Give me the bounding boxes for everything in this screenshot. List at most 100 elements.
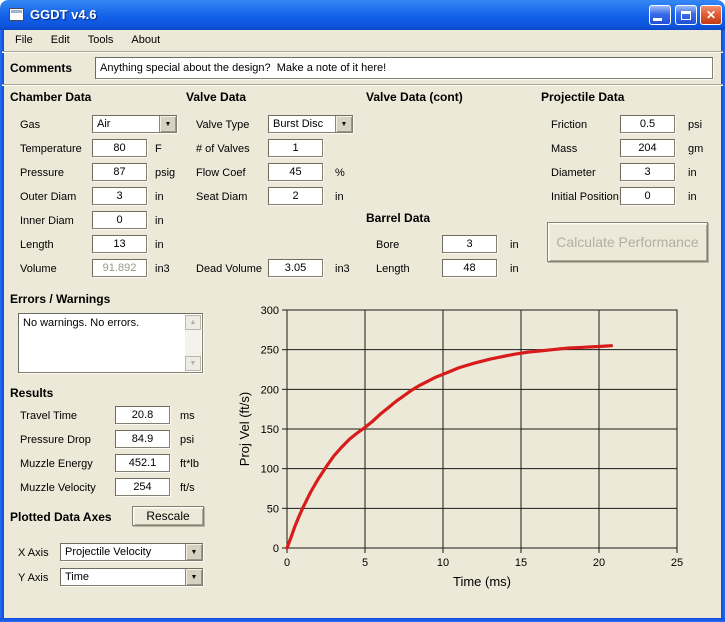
pressure-field[interactable] bbox=[92, 163, 147, 181]
dead-volume-label: Dead Volume bbox=[196, 263, 262, 275]
valve-type-select[interactable]: Burst Disc ▼ bbox=[268, 115, 353, 133]
volume-unit: in3 bbox=[155, 263, 170, 275]
y-axis-select[interactable]: Time ▼ bbox=[60, 568, 203, 586]
inner-diam-field[interactable] bbox=[92, 211, 147, 229]
x-axis-select[interactable]: Projectile Velocity ▼ bbox=[60, 543, 203, 561]
seat-diam-label: Seat Diam bbox=[196, 191, 247, 203]
dead-volume-field[interactable] bbox=[268, 259, 323, 277]
rescale-button[interactable]: Rescale bbox=[132, 506, 204, 526]
initial-position-field[interactable] bbox=[620, 187, 675, 205]
x-tick-label: 5 bbox=[362, 557, 368, 569]
separator bbox=[2, 84, 723, 86]
temperature-label: Temperature bbox=[20, 143, 82, 155]
bore-field[interactable] bbox=[442, 235, 497, 253]
y-tick-label: 0 bbox=[273, 543, 279, 555]
x-tick-label: 0 bbox=[284, 557, 290, 569]
velocity-curve bbox=[287, 346, 612, 548]
inner-diam-unit: in bbox=[155, 215, 164, 227]
valve-type-select-value: Burst Disc bbox=[269, 116, 335, 132]
outer-diam-field[interactable] bbox=[92, 187, 147, 205]
outer-diam-unit: in bbox=[155, 191, 164, 203]
scroll-up-icon[interactable]: ▲ bbox=[185, 315, 201, 330]
errors-warnings-header: Errors / Warnings bbox=[10, 292, 110, 306]
flow-coef-field[interactable] bbox=[268, 163, 323, 181]
window-border-left bbox=[0, 30, 4, 622]
chevron-down-icon: ▼ bbox=[335, 116, 352, 132]
gas-label: Gas bbox=[20, 119, 40, 131]
x-axis-label: Time (ms) bbox=[453, 574, 511, 589]
friction-field[interactable] bbox=[620, 115, 675, 133]
mass-field[interactable] bbox=[620, 139, 675, 157]
maximize-button[interactable] bbox=[675, 5, 697, 25]
chevron-down-icon: ▼ bbox=[159, 116, 176, 132]
scroll-down-icon[interactable]: ▼ bbox=[185, 356, 201, 371]
pressure-drop-label: Pressure Drop bbox=[20, 434, 91, 446]
menu-about[interactable]: About bbox=[122, 32, 169, 49]
y-axis-select-value: Time bbox=[61, 569, 185, 585]
volume-label: Volume bbox=[20, 263, 57, 275]
seat-diam-unit: in bbox=[335, 191, 344, 203]
barrel-length-label: Length bbox=[376, 263, 410, 275]
valve-data-header: Valve Data bbox=[186, 90, 246, 104]
barrel-length-unit: in bbox=[510, 263, 519, 275]
friction-label: Friction bbox=[551, 119, 587, 131]
menu-file[interactable]: File bbox=[6, 32, 42, 49]
pressure-label: Pressure bbox=[20, 167, 64, 179]
barrel-length-field[interactable] bbox=[442, 259, 497, 277]
window-border-right bbox=[721, 30, 725, 622]
num-valves-label: # of Valves bbox=[196, 143, 250, 155]
window-title: GGDT v4.6 bbox=[30, 7, 96, 22]
titlebar[interactable]: GGDT v4.6 ✕ bbox=[0, 0, 725, 30]
y-tick-label: 250 bbox=[261, 345, 279, 357]
temperature-field[interactable] bbox=[92, 139, 147, 157]
seat-diam-field[interactable] bbox=[268, 187, 323, 205]
menu-edit[interactable]: Edit bbox=[42, 32, 79, 49]
x-axis-select-value: Projectile Velocity bbox=[61, 544, 185, 560]
chamber-length-field[interactable] bbox=[92, 235, 147, 253]
outer-diam-label: Outer Diam bbox=[20, 191, 76, 203]
diameter-label: Diameter bbox=[551, 167, 596, 179]
y-tick-label: 300 bbox=[261, 305, 279, 317]
scrollbar[interactable]: ▲ ▼ bbox=[185, 315, 201, 371]
results-header: Results bbox=[10, 386, 53, 400]
pressure-unit: psig bbox=[155, 167, 175, 179]
diameter-field[interactable] bbox=[620, 163, 675, 181]
x-tick-label: 20 bbox=[593, 557, 605, 569]
muzzle-velocity-unit: ft/s bbox=[180, 482, 195, 494]
diameter-unit: in bbox=[688, 167, 697, 179]
mass-label: Mass bbox=[551, 143, 577, 155]
inner-diam-label: Inner Diam bbox=[20, 215, 74, 227]
y-axis-label: Proj Vel (ft/s) bbox=[237, 392, 252, 466]
calculate-performance-button[interactable]: Calculate Performance bbox=[547, 222, 708, 262]
comments-input[interactable] bbox=[95, 57, 713, 79]
minimize-button[interactable] bbox=[649, 5, 671, 25]
minimize-icon bbox=[653, 18, 662, 21]
errors-warnings-box[interactable]: No warnings. No errors. ▲ ▼ bbox=[18, 313, 203, 373]
muzzle-energy-label: Muzzle Energy bbox=[20, 458, 93, 470]
muzzle-velocity-field[interactable] bbox=[115, 478, 170, 496]
dead-volume-unit: in3 bbox=[335, 263, 350, 275]
travel-time-unit: ms bbox=[180, 410, 195, 422]
initial-position-unit: in bbox=[688, 191, 697, 203]
muzzle-energy-field[interactable] bbox=[115, 454, 170, 472]
app-window: GGDT v4.6 ✕ File Edit Tools About Commen… bbox=[0, 0, 725, 622]
pressure-drop-field[interactable] bbox=[115, 430, 170, 448]
close-icon: ✕ bbox=[706, 9, 716, 21]
y-tick-label: 200 bbox=[261, 384, 279, 396]
num-valves-field[interactable] bbox=[268, 139, 323, 157]
chevron-down-icon: ▼ bbox=[185, 544, 202, 560]
menu-tools[interactable]: Tools bbox=[79, 32, 123, 49]
chamber-length-unit: in bbox=[155, 239, 164, 251]
gas-select[interactable]: Air ▼ bbox=[92, 115, 177, 133]
muzzle-velocity-label: Muzzle Velocity bbox=[20, 482, 96, 494]
travel-time-field[interactable] bbox=[115, 406, 170, 424]
app-icon bbox=[9, 8, 24, 21]
gas-select-value: Air bbox=[93, 116, 159, 132]
valve-type-label: Valve Type bbox=[196, 119, 249, 131]
close-button[interactable]: ✕ bbox=[700, 5, 722, 25]
mass-unit: gm bbox=[688, 143, 703, 155]
menubar: File Edit Tools About bbox=[2, 30, 723, 51]
y-tick-label: 150 bbox=[261, 424, 279, 436]
window-border-bottom bbox=[0, 618, 725, 622]
y-axis-select-label: Y Axis bbox=[18, 572, 48, 584]
